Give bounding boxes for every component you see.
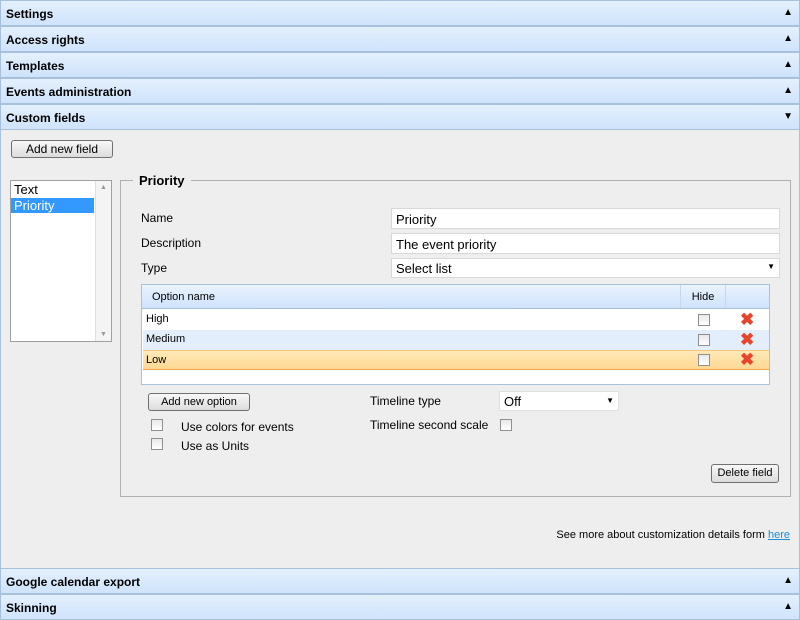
type-label: Type	[141, 261, 168, 275]
section-title: Custom fields	[6, 111, 86, 125]
scroll-up-icon[interactable]: ▲	[96, 184, 111, 191]
type-select[interactable]: Select list ▼	[391, 258, 780, 278]
add-new-field-button[interactable]: Add new field	[11, 140, 113, 158]
col-option-name: Option name	[152, 291, 215, 303]
fieldset-legend: Priority	[133, 173, 191, 188]
chevron-up-icon[interactable]: ▲	[783, 59, 793, 70]
hide-checkbox[interactable]	[698, 354, 710, 366]
table-header: Option name Hide	[142, 285, 769, 309]
chevron-up-icon[interactable]: ▲	[783, 601, 793, 612]
chevron-up-icon[interactable]: ▲	[783, 85, 793, 96]
chevron-up-icon[interactable]: ▲	[783, 575, 793, 586]
section-title: Access rights	[6, 33, 85, 47]
section-title: Settings	[6, 7, 54, 21]
field-list-item-priority[interactable]: Priority	[11, 198, 94, 213]
use-units-label: Use as Units	[181, 439, 250, 453]
chevron-up-icon[interactable]: ▲	[783, 7, 793, 18]
hide-checkbox[interactable]	[698, 334, 710, 346]
type-select-value: Select list	[396, 261, 452, 276]
section-title: Events administration	[6, 85, 132, 99]
timeline-second-scale-label: Timeline second scale	[370, 418, 489, 432]
option-name: Medium	[146, 333, 186, 345]
section-title: Templates	[6, 59, 65, 73]
section-header-events-administration[interactable]: Events administration ▲	[0, 78, 800, 104]
use-colors-label: Use colors for events	[181, 420, 294, 434]
section-title: Google calendar export	[6, 575, 141, 589]
options-table: Option name Hide High ✖ Medium ✖ Low ✖	[141, 284, 770, 385]
timeline-type-label: Timeline type	[370, 394, 441, 408]
footer-text: See more about customization details for…	[556, 529, 768, 541]
use-units-checkbox[interactable]	[151, 438, 163, 450]
chevron-down-icon[interactable]: ▼	[783, 111, 793, 122]
section-header-templates[interactable]: Templates ▲	[0, 52, 800, 78]
delete-field-button[interactable]: Delete field	[711, 464, 779, 483]
delete-icon[interactable]: ✖	[740, 351, 754, 368]
section-title: Skinning	[6, 601, 57, 615]
hide-checkbox[interactable]	[698, 314, 710, 326]
name-input[interactable]: Priority	[391, 208, 780, 229]
timeline-type-value: Off	[504, 394, 522, 409]
section-header-skinning[interactable]: Skinning ▲	[0, 594, 800, 620]
option-name: High	[146, 313, 169, 325]
scroll-down-icon[interactable]: ▼	[96, 331, 111, 338]
chevron-up-icon[interactable]: ▲	[783, 33, 793, 44]
section-header-custom-fields[interactable]: Custom fields ▼	[0, 104, 800, 130]
description-label: Description	[141, 236, 202, 250]
custom-fields-panel: Add new field Text Priority ▲ ▼ Priority…	[0, 130, 800, 568]
timeline-second-scale-checkbox[interactable]	[500, 419, 512, 431]
section-header-google-calendar-export[interactable]: Google calendar export ▲	[0, 568, 800, 594]
list-scrollbar[interactable]: ▲ ▼	[95, 181, 111, 341]
footer-note: See more about customization details for…	[556, 529, 790, 541]
name-label: Name	[141, 211, 174, 225]
dropdown-arrow-icon: ▼	[606, 396, 614, 405]
section-header-access-rights[interactable]: Access rights ▲	[0, 26, 800, 52]
table-row[interactable]: High ✖	[143, 310, 769, 330]
col-hide: Hide	[680, 285, 726, 308]
field-list: Text Priority ▲ ▼	[10, 180, 112, 342]
option-name: Low	[146, 354, 167, 366]
description-input[interactable]: The event priority	[391, 233, 780, 254]
delete-icon[interactable]: ✖	[740, 331, 754, 348]
delete-icon[interactable]: ✖	[740, 311, 754, 328]
add-new-option-button[interactable]: Add new option	[148, 393, 250, 411]
use-colors-checkbox[interactable]	[151, 419, 163, 431]
timeline-type-select[interactable]: Off ▼	[499, 391, 619, 411]
customization-help-link[interactable]: here	[768, 529, 790, 541]
section-header-settings[interactable]: Settings ▲	[0, 0, 800, 26]
table-row-selected[interactable]: Low ✖	[143, 350, 769, 370]
table-row[interactable]: Medium ✖	[143, 330, 769, 350]
dropdown-arrow-icon: ▼	[767, 262, 775, 271]
